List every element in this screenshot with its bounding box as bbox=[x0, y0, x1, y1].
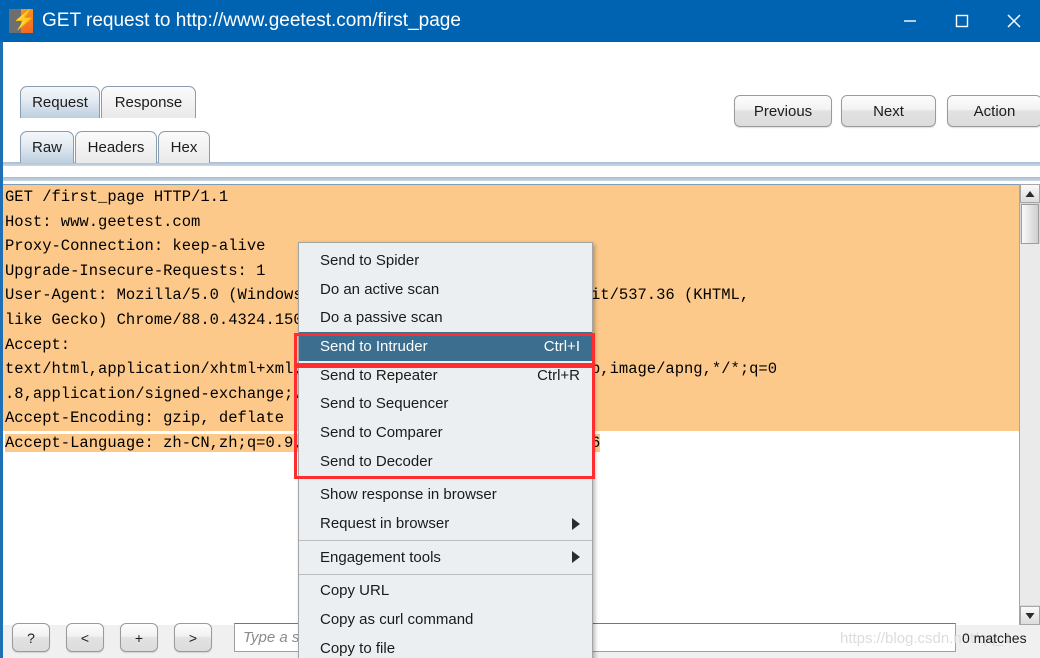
menu-item-do-a-passive-scan[interactable]: Do a passive scan bbox=[299, 303, 592, 332]
menu-item-label: Send to Spider bbox=[320, 251, 420, 269]
menu-item-label: Copy as curl command bbox=[320, 611, 474, 629]
code-line: GET /first_page HTTP/1.1 bbox=[3, 185, 1019, 210]
menu-separator bbox=[299, 477, 592, 479]
scroll-down-arrow-icon[interactable] bbox=[1020, 606, 1040, 625]
menu-item-label: Do a passive scan bbox=[320, 309, 443, 327]
menu-item-send-to-repeater[interactable]: Send to Repeater Ctrl+R bbox=[299, 361, 592, 390]
tab-headers[interactable]: Headers bbox=[75, 131, 157, 163]
search-next-button[interactable]: > bbox=[174, 623, 212, 652]
close-icon[interactable] bbox=[988, 0, 1040, 42]
menu-separator bbox=[299, 539, 592, 541]
editor-vertical-scrollbar[interactable] bbox=[1019, 184, 1040, 625]
scrollbar-thumb[interactable] bbox=[1021, 204, 1039, 244]
submenu-arrow-icon bbox=[572, 517, 580, 530]
burp-suite-icon: ⚡ bbox=[9, 9, 33, 33]
menu-item-show-response-in-browser[interactable]: Show response in browser bbox=[299, 481, 592, 510]
outer-tab-baseline bbox=[3, 177, 1040, 181]
title-bar: ⚡ GET request to http://www.geetest.com/… bbox=[0, 0, 1040, 42]
menu-item-do-an-active-scan[interactable]: Do an active scan bbox=[299, 275, 592, 304]
minimize-icon[interactable] bbox=[884, 0, 936, 42]
menu-item-send-to-sequencer[interactable]: Send to Sequencer bbox=[299, 389, 592, 418]
menu-separator bbox=[299, 573, 592, 575]
menu-item-label: Show response in browser bbox=[320, 486, 497, 504]
menu-item-shortcut: Ctrl+I bbox=[543, 337, 580, 355]
menu-item-label: Send to Decoder bbox=[320, 452, 433, 470]
scrollbar-track[interactable] bbox=[1020, 244, 1040, 605]
search-previous-button[interactable]: < bbox=[66, 623, 104, 652]
menu-item-label: Copy URL bbox=[320, 582, 390, 600]
window-controls bbox=[884, 0, 1040, 42]
menu-item-label: Request in browser bbox=[320, 515, 450, 533]
tab-response[interactable]: Response bbox=[101, 86, 196, 118]
menu-item-request-in-browser[interactable]: Request in browser bbox=[299, 509, 592, 538]
menu-item-copy-to-file[interactable]: Copy to file bbox=[299, 634, 592, 658]
help-button[interactable]: ? bbox=[12, 623, 50, 652]
tab-request[interactable]: Request bbox=[20, 86, 100, 118]
context-menu[interactable]: Send to Spider Do an active scan Do a pass… bbox=[298, 242, 593, 658]
search-add-button[interactable]: + bbox=[120, 623, 158, 652]
menu-item-label: Send to Intruder bbox=[320, 337, 428, 355]
menu-item-copy-url[interactable]: Copy URL bbox=[299, 577, 592, 606]
menu-item-label: Send to Repeater bbox=[320, 366, 438, 384]
tab-raw[interactable]: Raw bbox=[20, 131, 74, 163]
menu-item-label: Send to Sequencer bbox=[320, 395, 449, 413]
tab-hex[interactable]: Hex bbox=[158, 131, 210, 163]
menu-item-copy-as-curl-command[interactable]: Copy as curl command bbox=[299, 605, 592, 634]
menu-item-send-to-decoder[interactable]: Send to Decoder bbox=[299, 447, 592, 476]
menu-item-send-to-intruder[interactable]: Send to Intruder Ctrl+I bbox=[299, 332, 592, 361]
code-line: Host: www.geetest.com bbox=[3, 209, 1019, 235]
submenu-arrow-icon bbox=[572, 551, 580, 564]
menu-item-send-to-comparer[interactable]: Send to Comparer bbox=[299, 418, 592, 447]
menu-item-send-to-spider[interactable]: Send to Spider bbox=[299, 246, 592, 275]
menu-item-label: Do an active scan bbox=[320, 280, 440, 298]
menu-item-label: Send to Comparer bbox=[320, 423, 443, 441]
window-title: GET request to http://www.geetest.com/fi… bbox=[42, 10, 461, 31]
scroll-up-arrow-icon[interactable] bbox=[1020, 184, 1040, 203]
menu-item-label: Engagement tools bbox=[320, 548, 441, 566]
match-count-label: 0 matches bbox=[962, 630, 1027, 646]
menu-item-shortcut: Ctrl+R bbox=[537, 366, 580, 384]
burp-suite-window: ⚡ GET request to http://www.geetest.com/… bbox=[0, 0, 1040, 658]
menu-item-engagement-tools[interactable]: Engagement tools bbox=[299, 543, 592, 572]
maximize-icon[interactable] bbox=[936, 0, 988, 42]
menu-item-label: Copy to file bbox=[320, 639, 396, 657]
